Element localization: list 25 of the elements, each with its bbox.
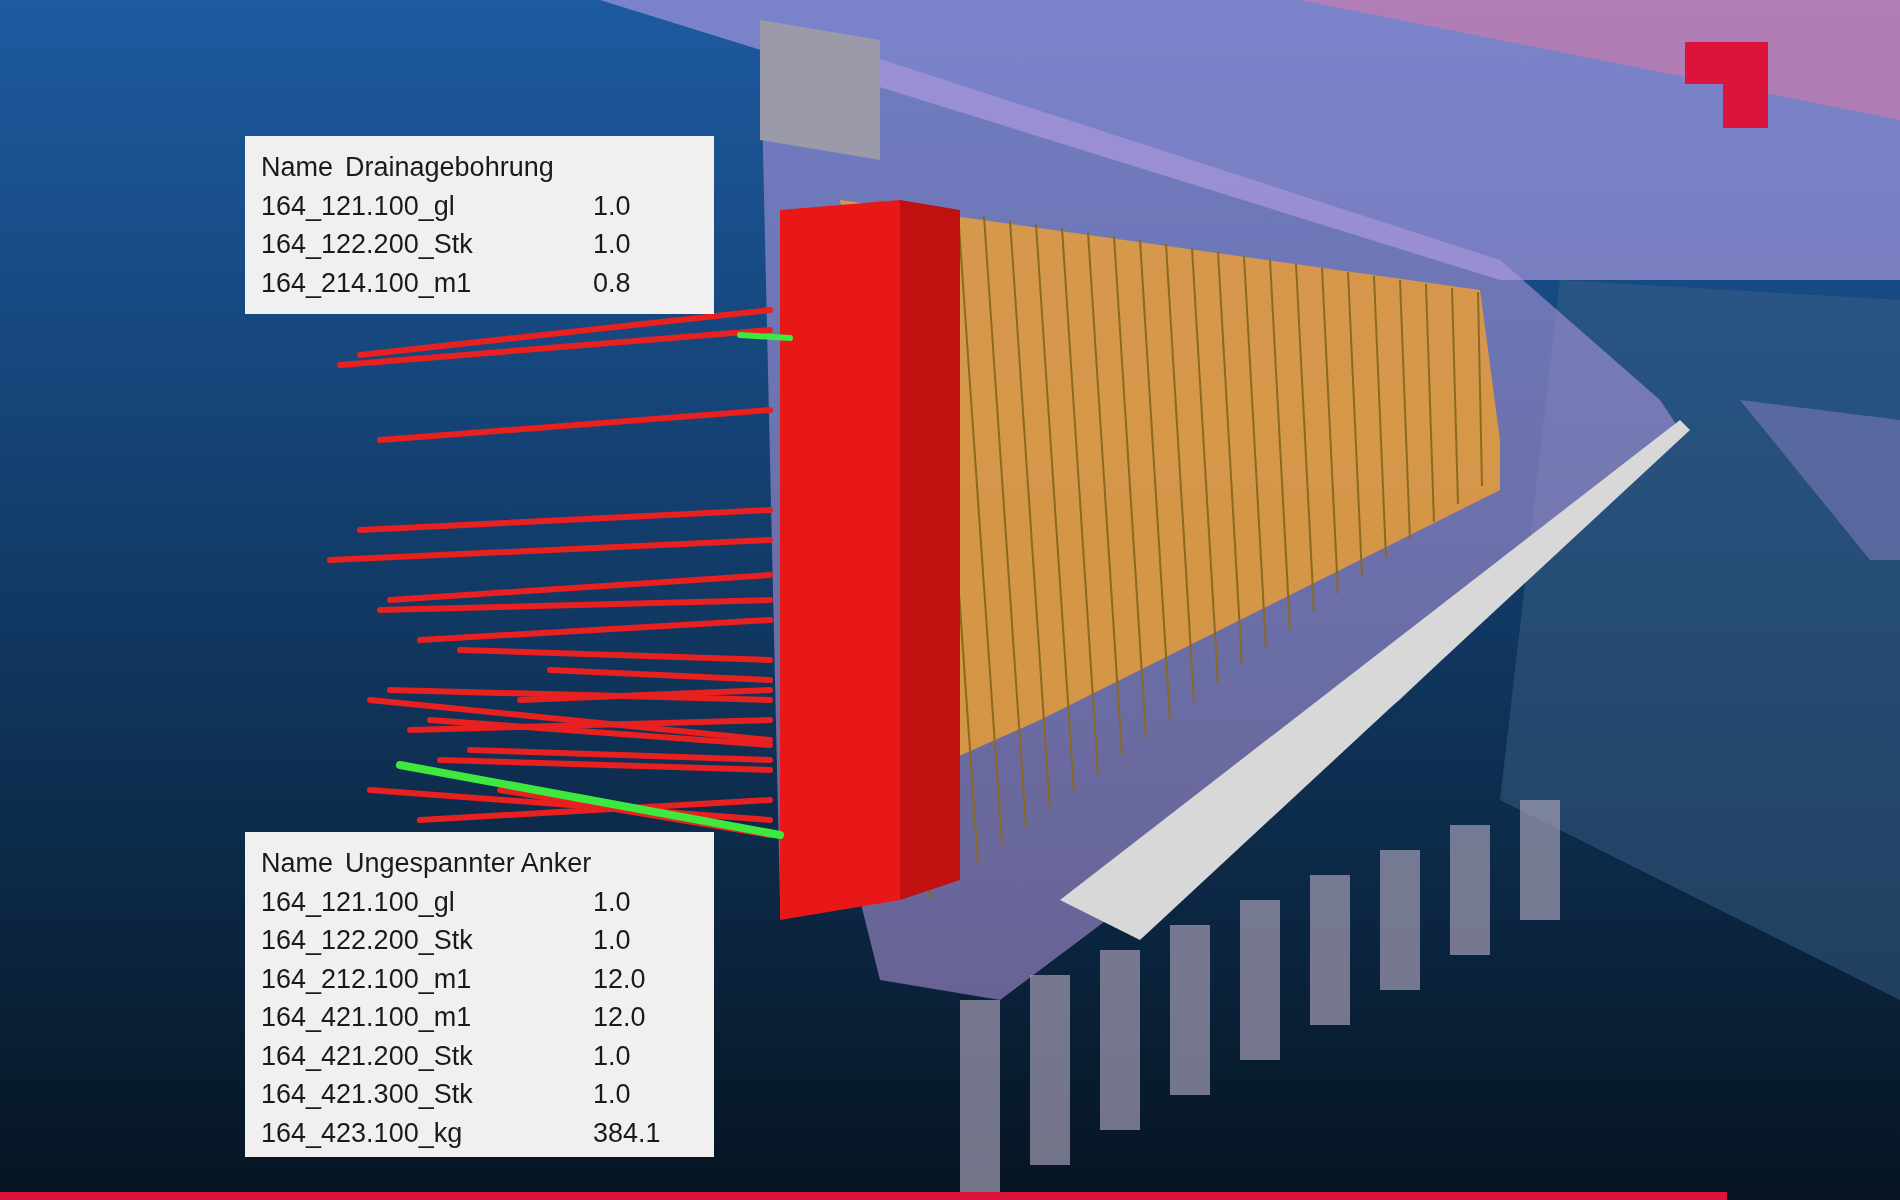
property-value: 0.8 — [593, 266, 631, 300]
property-value: 1.0 — [593, 924, 631, 957]
property-code: 164_121.100_gl — [261, 189, 456, 223]
property-code: 164_421.200_Stk — [261, 1039, 474, 1073]
property-label: Name — [261, 847, 334, 880]
element-name: Drainagebohrung — [345, 151, 554, 184]
property-value: 12.0 — [593, 962, 646, 996]
property-value: 1.0 — [593, 1078, 631, 1111]
property-code: 164_122.200_Stk — [261, 228, 474, 261]
property-label: Name — [261, 151, 334, 184]
property-value: 1.0 — [593, 228, 631, 261]
property-code: 164_214.100_m1 — [261, 266, 473, 300]
property-code: 164_423.100_kg — [261, 1116, 464, 1150]
property-code: 164_421.300_Stk — [261, 1078, 474, 1111]
property-code: 164_122.200_Stk — [261, 924, 474, 957]
property-code: 164_421.100_m1 — [261, 1001, 473, 1034]
property-value: 12.0 — [593, 1001, 646, 1034]
property-value: 384.1 — [593, 1116, 661, 1150]
property-code: 164_121.100_gl — [261, 885, 456, 919]
element-name: Ungespannter Anker — [345, 847, 592, 880]
property-value: 1.0 — [593, 189, 631, 223]
property-code: 164_212.100_m1 — [261, 962, 473, 996]
property-value: 1.0 — [593, 1039, 631, 1073]
property-value: 1.0 — [593, 885, 631, 919]
logo-icon — [1685, 42, 1768, 128]
